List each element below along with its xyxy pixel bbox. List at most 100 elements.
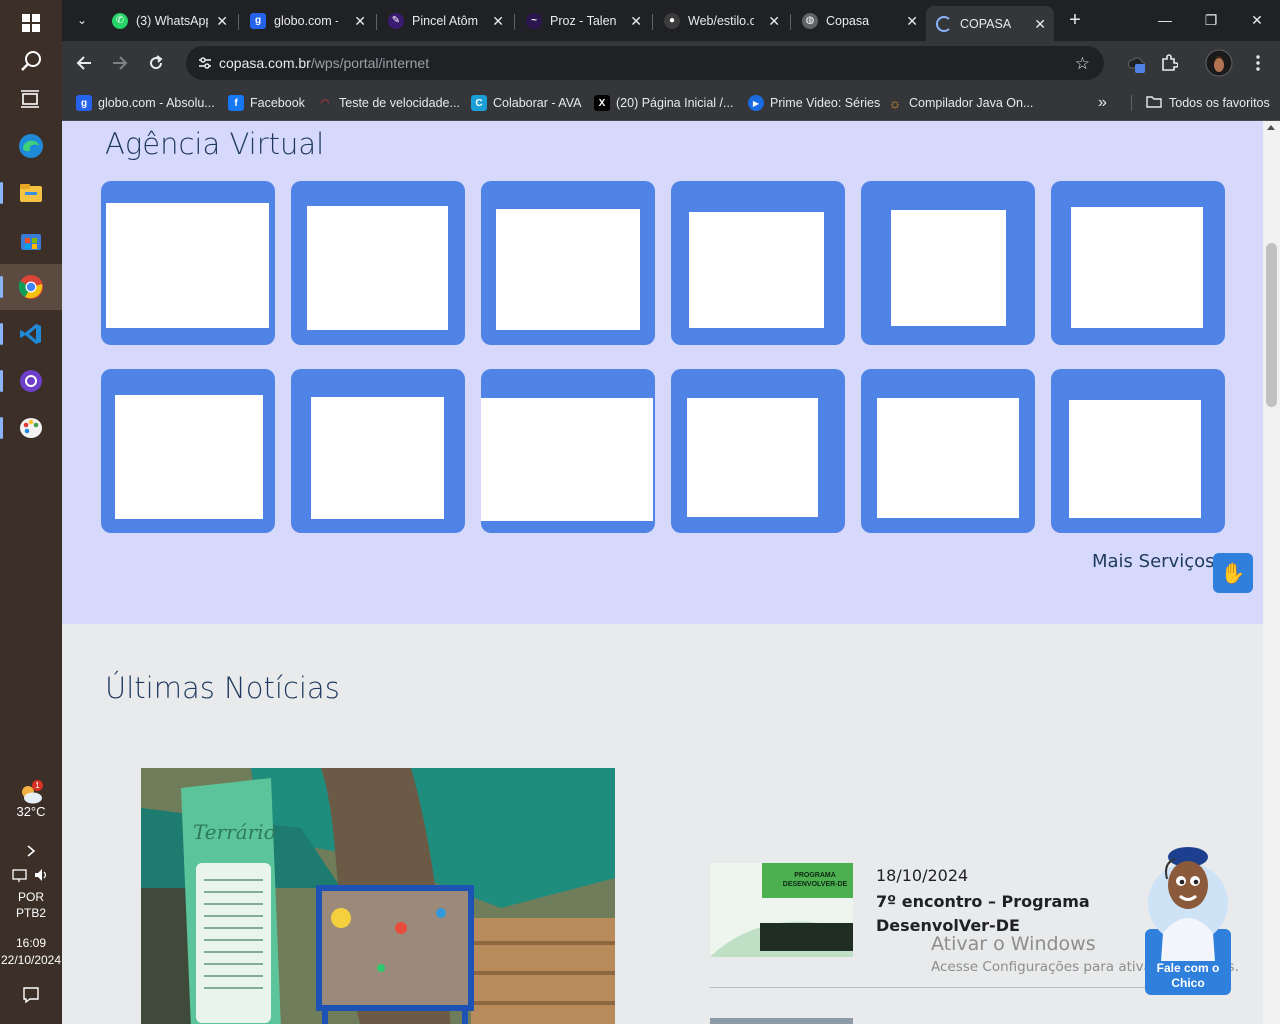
folder-icon xyxy=(1146,95,1162,111)
service-card-image xyxy=(496,209,640,330)
bookmark-compiler[interactable]: ☼ Compilador Java On... xyxy=(887,93,1034,113)
github-desktop-icon[interactable] xyxy=(0,358,62,404)
minimize-button[interactable]: — xyxy=(1142,0,1188,40)
url-domain: copasa.com.br xyxy=(219,55,311,71)
news-date: 18/10/2024 xyxy=(876,866,969,885)
forward-icon[interactable] xyxy=(106,49,134,77)
close-icon[interactable]: ✕ xyxy=(630,13,642,30)
clock-time[interactable]: 16:09 xyxy=(0,936,62,950)
edge-icon[interactable] xyxy=(0,123,62,169)
tab-title: Web/estilo.css xyxy=(688,13,754,28)
tab-pincel[interactable]: ✎ Pincel Atômico ✕ xyxy=(378,6,512,35)
bookmark-star-icon[interactable]: ☆ xyxy=(1075,54,1090,74)
agencia-virtual-section: Agência Virtual Mais Serviços ✋ xyxy=(62,121,1263,624)
bookmark-label: Colaborar - AVA xyxy=(493,96,582,110)
service-card[interactable] xyxy=(481,181,655,345)
speedtest-icon: ◠ xyxy=(321,97,329,109)
service-card[interactable] xyxy=(101,369,275,533)
extensions-puzzle-icon[interactable] xyxy=(1155,49,1183,77)
service-card-image xyxy=(115,395,263,519)
close-icon[interactable]: ✕ xyxy=(354,13,366,30)
ultimas-noticias-title: Últimas Notícias xyxy=(105,671,340,705)
service-card-image xyxy=(891,210,1006,326)
extension-cloud-icon[interactable] xyxy=(1122,49,1150,77)
page-scrollbar[interactable] xyxy=(1263,121,1280,1024)
service-card[interactable] xyxy=(671,369,845,533)
close-icon[interactable]: ✕ xyxy=(492,13,504,30)
proz-icon: ~ xyxy=(526,12,542,29)
bookmark-facebook[interactable]: f Facebook xyxy=(228,93,305,113)
profile-avatar[interactable] xyxy=(1205,49,1233,77)
service-card-image xyxy=(689,212,824,328)
x-icon: X xyxy=(594,95,610,111)
close-icon[interactable]: ✕ xyxy=(906,13,918,30)
service-card[interactable] xyxy=(291,369,465,533)
vscode-icon[interactable] xyxy=(0,311,62,357)
tab-globo[interactable]: g globo.com - Absoluto ✕ xyxy=(240,6,374,35)
site-info-icon[interactable] xyxy=(197,55,213,76)
bookmarks-bar: g globo.com - Absolu... f Facebook ◠ Tes… xyxy=(62,85,1280,121)
clock-date[interactable]: 22/10/2024 xyxy=(0,953,62,967)
chrome-icon[interactable] xyxy=(0,264,62,310)
tab-title: COPASA xyxy=(960,16,1012,31)
address-bar[interactable]: copasa.com.br/wps/portal/internet ☆ xyxy=(186,46,1104,80)
chrome-menu-icon[interactable] xyxy=(1244,49,1272,77)
window-close-button[interactable]: ✕ xyxy=(1234,0,1280,40)
bookmark-label: Prime Video: Séries xyxy=(770,96,881,110)
tab-github[interactable]: ● Web/estilo.css ✕ xyxy=(654,6,788,35)
more-bookmarks-icon[interactable]: » xyxy=(1098,93,1107,113)
close-icon[interactable]: ✕ xyxy=(768,13,780,30)
vlibras-accessibility-button[interactable]: ✋ xyxy=(1213,553,1253,593)
service-card[interactable] xyxy=(1051,181,1225,345)
microsoft-store-icon[interactable] xyxy=(0,217,62,263)
bookmark-globo[interactable]: g globo.com - Absolu... xyxy=(76,93,215,113)
restore-button[interactable]: ❐ xyxy=(1188,0,1234,40)
notification-icon[interactable] xyxy=(0,972,62,1018)
tray-icons[interactable] xyxy=(0,858,62,892)
reload-icon[interactable] xyxy=(142,49,170,77)
tab-proz[interactable]: ~ Proz - Talentos ✕ xyxy=(516,6,650,35)
close-icon[interactable]: ✕ xyxy=(216,13,228,30)
mais-servicos-link[interactable]: Mais Serviços xyxy=(1092,551,1215,572)
news-thumbnail[interactable] xyxy=(710,1018,853,1024)
file-explorer-icon[interactable] xyxy=(0,170,62,216)
service-card[interactable] xyxy=(481,369,655,533)
loading-icon xyxy=(936,15,952,32)
service-card[interactable] xyxy=(1051,369,1225,533)
input-language[interactable]: POR xyxy=(0,890,62,904)
service-card[interactable] xyxy=(861,181,1035,345)
bookmark-x[interactable]: X (20) Página Inicial /... xyxy=(594,93,733,113)
scrollbar-thumb[interactable] xyxy=(1266,243,1277,407)
scroll-up-icon[interactable] xyxy=(1267,125,1275,130)
tab-copasa[interactable]: ◍ Copasa ✕ xyxy=(792,6,926,35)
all-bookmarks-button[interactable]: Todos os favoritos xyxy=(1146,93,1270,113)
chico-chatbot-button[interactable]: Fale com o Chico xyxy=(1145,843,1231,995)
service-card[interactable] xyxy=(671,181,845,345)
service-card[interactable] xyxy=(861,369,1035,533)
tab-title: Proz - Talentos xyxy=(550,13,616,28)
paint-icon[interactable] xyxy=(0,405,62,451)
tab-copasa-active[interactable]: COPASA ✕ xyxy=(926,6,1054,41)
all-bookmarks-label: Todos os favoritos xyxy=(1169,96,1270,110)
back-icon[interactable] xyxy=(70,49,98,77)
keyboard-layout[interactable]: PTB2 xyxy=(0,906,62,920)
chico-label: Fale com o Chico xyxy=(1156,961,1220,990)
service-card[interactable] xyxy=(101,181,275,345)
bookmark-prime-video[interactable]: ▶ Prime Video: Séries xyxy=(748,93,880,113)
service-card[interactable] xyxy=(291,181,465,345)
close-icon[interactable]: ✕ xyxy=(1034,16,1046,33)
bookmark-label: globo.com - Absolu... xyxy=(98,96,215,110)
prime-video-icon: ▶ xyxy=(748,95,764,111)
news-thumbnail[interactable]: PROGRAMA DESENVOLVER-DE xyxy=(710,863,853,957)
bookmark-speedtest[interactable]: ◠ Teste de velocidade... xyxy=(317,93,460,113)
photo-sign-text: Terrário xyxy=(193,820,276,844)
news-featured-photo[interactable]: Terrário xyxy=(141,768,615,1024)
new-tab-button[interactable]: + xyxy=(1061,6,1089,34)
tab-whatsapp[interactable]: ✆ (3) WhatsApp ✕ xyxy=(102,6,236,35)
tab-search-icon[interactable]: ⌄ xyxy=(68,6,96,34)
news-title[interactable]: 7º encontro – Programa DesenvolVer-DE xyxy=(876,890,1166,938)
bookmark-colaborar[interactable]: C Colaborar - AVA xyxy=(471,93,581,113)
bookmark-label: Teste de velocidade... xyxy=(339,96,460,110)
globe-icon: ◍ xyxy=(802,12,818,29)
task-view-icon[interactable] xyxy=(0,76,62,122)
